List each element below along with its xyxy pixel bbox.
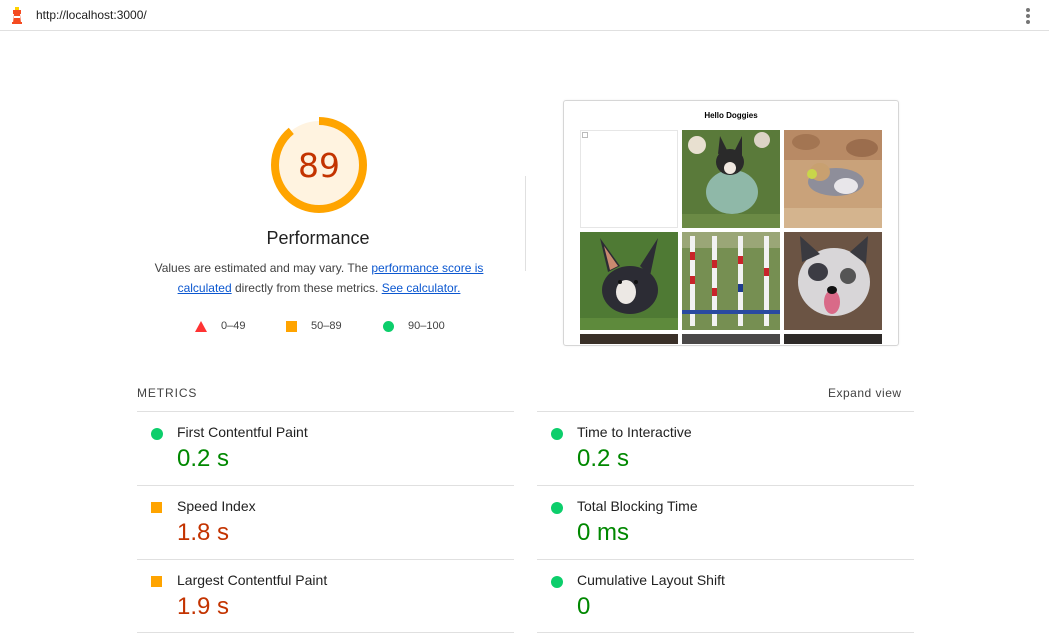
dog-photo (580, 232, 678, 330)
metric-label: First Contentful Paint (177, 424, 308, 440)
square-average-icon (151, 502, 162, 513)
metric-label: Speed Index (177, 498, 256, 514)
description-text: Values are estimated and may vary. The (154, 261, 372, 275)
legend-pass: 90–100 (383, 318, 445, 334)
triangle-fail-icon (195, 320, 207, 332)
circle-pass-icon (551, 502, 563, 514)
metric-label: Time to Interactive (577, 424, 692, 440)
broken-image-icon (582, 132, 588, 138)
metric-value: 0.2 s (177, 445, 230, 472)
legend-label: 0–49 (221, 320, 246, 332)
metric-value: 0 (577, 593, 591, 620)
metric-value: 1.8 s (177, 519, 230, 546)
divider (525, 176, 526, 271)
metric-value: 1.9 s (177, 593, 230, 620)
metric-total-blocking-time: Total Blocking Time 0 ms (537, 486, 914, 560)
metric-cumulative-layout-shift: Cumulative Layout Shift 0 (537, 560, 914, 634)
url-text: http://localhost:3000/ (36, 8, 147, 22)
metric-first-contentful-paint: First Contentful Paint 0.2 s (137, 412, 514, 486)
square-average-icon (286, 320, 297, 332)
expand-view-button[interactable]: Expand view (828, 386, 902, 400)
see-calculator-link[interactable]: See calculator. (382, 281, 461, 295)
performance-score: 89 (298, 145, 340, 185)
metric-value: 0 ms (577, 519, 630, 546)
circle-pass-icon (551, 576, 563, 588)
lighthouse-icon (12, 7, 22, 24)
dog-photo (682, 130, 780, 228)
metrics-header: METRICS (137, 386, 198, 400)
performance-description: Values are estimated and may vary. The p… (146, 259, 492, 298)
circle-pass-icon (151, 428, 163, 440)
dog-photo (784, 232, 882, 330)
legend-fail: 0–49 (195, 318, 245, 334)
screenshot-title: Hello Doggies (704, 111, 758, 120)
metric-value: 0.2 s (577, 445, 630, 472)
metric-time-to-interactive: Time to Interactive 0.2 s (537, 412, 914, 486)
legend-label: 50–89 (311, 320, 342, 332)
metric-label: Cumulative Layout Shift (577, 572, 725, 588)
metric-speed-index: Speed Index 1.8 s (137, 486, 514, 560)
legend-average: 50–89 (286, 318, 342, 334)
metric-label: Total Blocking Time (577, 498, 698, 514)
metric-largest-contentful-paint: Largest Contentful Paint 1.9 s (137, 560, 514, 634)
description-text-mid: directly from these metrics. (231, 280, 382, 295)
performance-title: Performance (266, 228, 370, 248)
dog-photo-partial (682, 334, 780, 344)
browser-top-bar: http://localhost:3000/ (0, 0, 1049, 31)
square-average-icon (151, 576, 162, 587)
metric-label: Largest Contentful Paint (177, 572, 328, 588)
circle-pass-icon (383, 320, 394, 332)
dog-photo-partial (580, 334, 678, 344)
dog-photo-partial (784, 334, 882, 344)
kebab-menu-icon[interactable] (1020, 6, 1036, 26)
final-screenshot[interactable]: Hello Doggies (563, 100, 899, 346)
dog-photo (682, 232, 780, 330)
dog-photo (784, 130, 882, 228)
broken-image (580, 130, 678, 228)
circle-pass-icon (551, 428, 563, 440)
legend-label: 90–100 (408, 320, 445, 332)
